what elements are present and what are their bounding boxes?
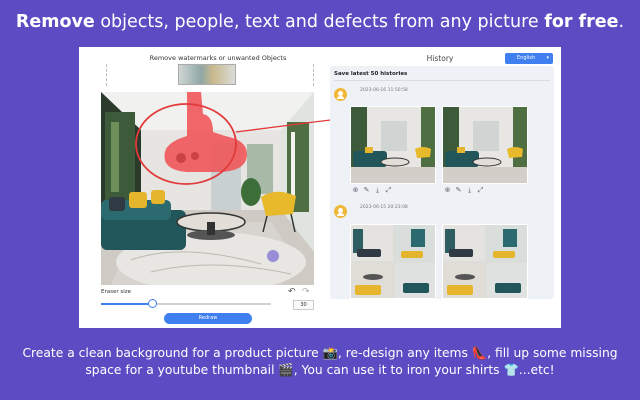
room-thumbnail (443, 107, 527, 183)
eraser-size-thumb[interactable] (147, 299, 157, 308)
edit-icon[interactable]: ✎ (361, 186, 372, 194)
history-panel: Save latest 50 histories 2023-06-16 11:5… (330, 66, 554, 299)
headline-bold-1: Remove (15, 12, 95, 32)
headline-period: . (618, 12, 625, 32)
headline-bold-2: for free (544, 12, 619, 32)
undo-icon[interactable]: ↶ (288, 287, 296, 297)
redraw-button[interactable]: Redraw (164, 313, 252, 324)
history-thumbnail-original[interactable] (350, 224, 436, 299)
history-actions-result: ⊕ ✎ ⤓ ⤢ (442, 186, 486, 195)
history-thumbnail-original[interactable] (350, 106, 436, 184)
caption-line-1: Create a clean background for a product … (22, 346, 618, 360)
language-select[interactable]: English ▾ (505, 53, 553, 64)
headline: Remove objects, people, text and defects… (0, 12, 640, 32)
editor-title: Remove watermarks or unwanted Objects (149, 54, 287, 62)
eraser-size-label: Eraser size (101, 289, 132, 295)
room-thumbnail (351, 107, 435, 183)
expand-icon[interactable]: ⤢ (475, 186, 486, 195)
history-actions-original: ⊕ ✎ ⤓ ⤢ (350, 186, 394, 195)
divider (334, 80, 550, 81)
avatar (334, 88, 347, 101)
headline-text: objects, people, text and defects from a… (94, 12, 545, 32)
history-title: History (426, 54, 454, 63)
history-thumbnail-result[interactable] (442, 106, 528, 184)
expand-icon[interactable]: ⤢ (383, 186, 394, 195)
redo-icon[interactable]: ↷ (302, 287, 310, 297)
history-thumbnail-result[interactable] (442, 224, 528, 299)
eraser-size-slider[interactable] (101, 299, 271, 308)
download-icon[interactable]: ⤓ (464, 186, 475, 195)
editor-canvas[interactable] (101, 92, 314, 285)
room-image (101, 92, 314, 285)
caption-line-2: space for a youtube thumbnail 🎬, You can… (85, 363, 555, 377)
avatar (334, 205, 347, 218)
history-timestamp: 2023-06-15 20:23:08 (360, 205, 408, 210)
eraser-size-fill (101, 303, 152, 305)
language-label: English (517, 55, 536, 61)
caption: Create a clean background for a product … (0, 345, 640, 379)
history-timestamp: 2023-06-16 11:50:58 (360, 88, 408, 93)
zoom-icon[interactable]: ⊕ (350, 186, 361, 194)
download-icon[interactable]: ⤓ (372, 186, 383, 195)
zoom-icon[interactable]: ⊕ (442, 186, 453, 194)
source-thumbnail[interactable] (178, 64, 236, 85)
edit-icon[interactable]: ✎ (453, 186, 464, 194)
chevron-down-icon: ▾ (546, 55, 549, 61)
eraser-size-value[interactable]: 30 (293, 300, 314, 310)
grid-thumbnail (443, 225, 527, 298)
grid-thumbnail (351, 225, 435, 298)
history-subtitle: Save latest 50 histories (334, 71, 408, 77)
